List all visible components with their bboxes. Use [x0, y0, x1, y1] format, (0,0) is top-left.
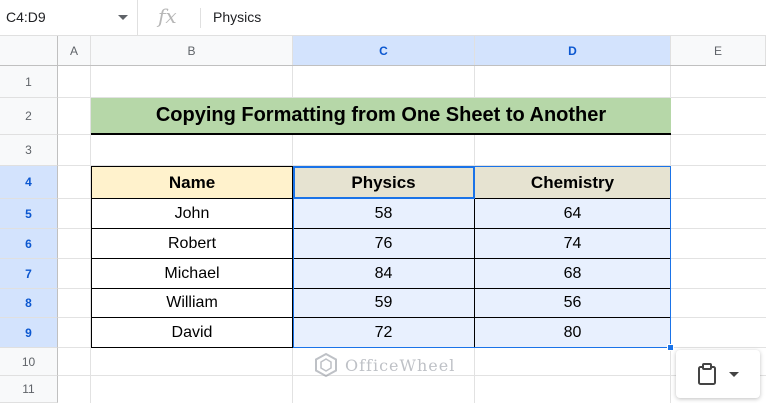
watermark: OfficeWheel [313, 350, 455, 380]
row-header-3[interactable]: 3 [0, 135, 58, 166]
column-header-d[interactable]: D [475, 36, 671, 65]
header-cell-name[interactable]: Name [92, 167, 293, 199]
row-header-4[interactable]: 4 [0, 166, 58, 199]
name-box[interactable]: C4:D9 [0, 0, 138, 35]
name-box-value: C4:D9 [6, 9, 46, 25]
watermark-text: OfficeWheel [345, 355, 456, 375]
formula-bar: C4:D9 fx Physics [0, 0, 766, 36]
column-header-c[interactable]: C [293, 36, 475, 65]
formula-divider [200, 8, 201, 28]
row-header-11[interactable]: 11 [0, 376, 58, 403]
row-header-8[interactable]: 8 [0, 289, 58, 318]
fx-icon: fx [158, 4, 177, 28]
officewheel-logo-icon [315, 352, 337, 378]
sheet-title[interactable]: Copying Formatting from One Sheet to Ano… [91, 98, 671, 135]
chevron-down-icon[interactable] [729, 371, 739, 377]
row-header-1[interactable]: 1 [0, 66, 58, 98]
table-cell-name[interactable]: Michael [92, 259, 293, 289]
table-cell-name[interactable]: David [92, 318, 293, 348]
column-header-row: A B C D E [0, 36, 766, 66]
fill-handle[interactable] [667, 344, 674, 351]
table-cell-name[interactable]: William [92, 289, 293, 318]
select-all-corner[interactable] [0, 36, 58, 65]
column-header-a[interactable]: A [58, 36, 91, 65]
paste-options-button[interactable] [676, 350, 760, 398]
column-header-b[interactable]: B [91, 36, 293, 65]
row-header-9[interactable]: 9 [0, 318, 58, 348]
row-header-10[interactable]: 10 [0, 348, 58, 376]
row-header-7[interactable]: 7 [0, 259, 58, 289]
column-header-e[interactable]: E [671, 36, 766, 65]
row-header-2[interactable]: 2 [0, 98, 58, 135]
chevron-down-icon[interactable] [118, 15, 128, 20]
active-cell-outline [293, 166, 475, 199]
row-header-5[interactable]: 5 [0, 199, 58, 229]
table-cell-name[interactable]: John [92, 199, 293, 229]
table-cell-name[interactable]: Robert [92, 229, 293, 259]
formula-input[interactable]: Physics [213, 9, 261, 25]
clipboard-icon [698, 363, 716, 385]
row-header-6[interactable]: 6 [0, 229, 58, 259]
